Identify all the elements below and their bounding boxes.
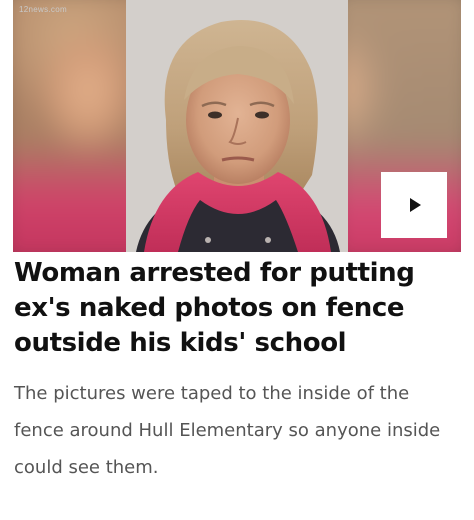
mugshot-illustration bbox=[126, 0, 348, 252]
article-summary: The pictures were taped to the inside of… bbox=[14, 383, 441, 478]
article-headline[interactable]: Woman arrested for putting ex's naked ph… bbox=[14, 256, 462, 361]
site-credit-watermark: 12news.com bbox=[19, 5, 67, 14]
play-icon bbox=[410, 198, 421, 212]
blurred-background-left bbox=[13, 0, 143, 252]
news-article-card[interactable]: 12news.com Woman arrested for putting ex… bbox=[0, 0, 474, 520]
play-button[interactable] bbox=[381, 172, 447, 238]
mugshot-photo bbox=[126, 0, 348, 252]
article-video-thumbnail[interactable]: 12news.com bbox=[13, 0, 461, 252]
